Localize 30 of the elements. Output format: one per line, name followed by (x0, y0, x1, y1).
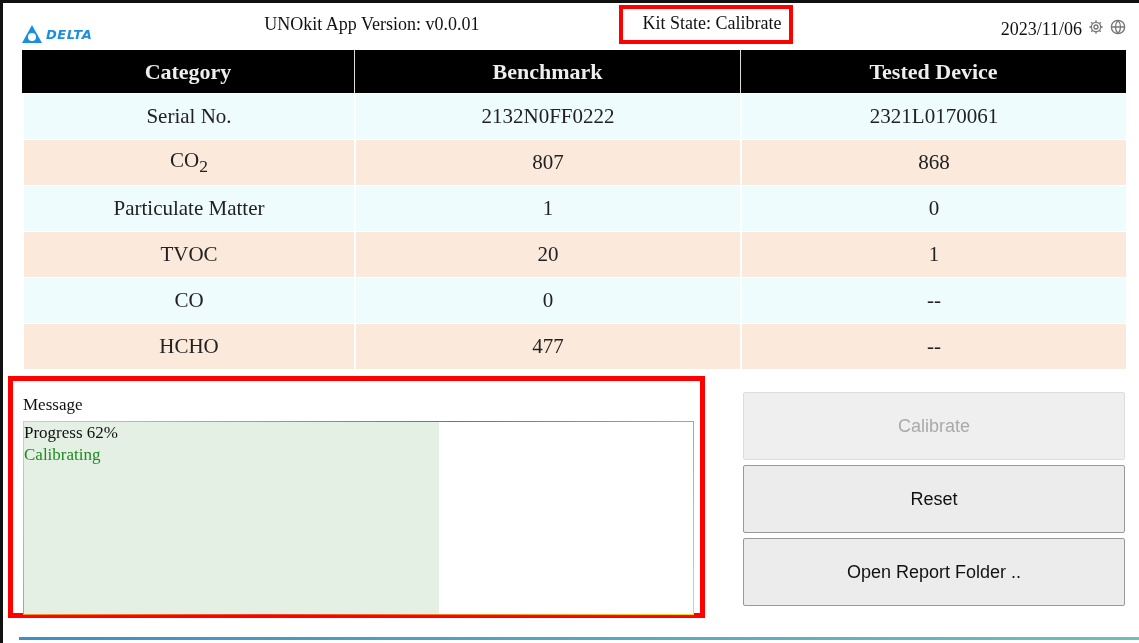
column-header: Category (22, 50, 354, 93)
message-line: Calibrating (24, 444, 102, 466)
table-cell: 868 (740, 139, 1126, 185)
table-cell: 1 (354, 185, 740, 231)
table-cell: CO (22, 277, 354, 323)
table-cell: -- (740, 277, 1126, 323)
action-button[interactable]: Reset (743, 465, 1125, 533)
table-cell: 807 (354, 139, 740, 185)
app-version: UNOkit App Version: v0.0.01 (264, 14, 480, 35)
table-cell: 2132N0FF0222 (354, 93, 740, 139)
table-cell: CO$_{2}$ (22, 139, 354, 185)
table-cell: 1 (740, 231, 1126, 277)
message-line: Progress 62% (24, 422, 119, 444)
date: 2023/11/06 (1000, 19, 1082, 40)
table-cell: 0 (740, 185, 1126, 231)
table-cell: HCHO (22, 323, 354, 369)
kit-state: Kit State: Calibrate (619, 5, 794, 44)
table-cell: 0 (354, 277, 740, 323)
action-button[interactable]: Open Report Folder .. (743, 538, 1125, 606)
column-header: Benchmark (354, 50, 740, 93)
table-cell: 2321L0170061 (740, 93, 1126, 139)
logo-text: DELTA (46, 27, 93, 42)
table-cell: Serial No. (22, 93, 354, 139)
table-cell: 20 (354, 231, 740, 277)
message-label: Message (23, 395, 84, 415)
column-header: Tested Device (740, 50, 1126, 93)
table-cell: Particulate Matter (22, 185, 354, 231)
table-cell: -- (740, 323, 1126, 369)
table-cell: 477 (354, 323, 740, 369)
table-cell: TVOC (22, 231, 354, 277)
